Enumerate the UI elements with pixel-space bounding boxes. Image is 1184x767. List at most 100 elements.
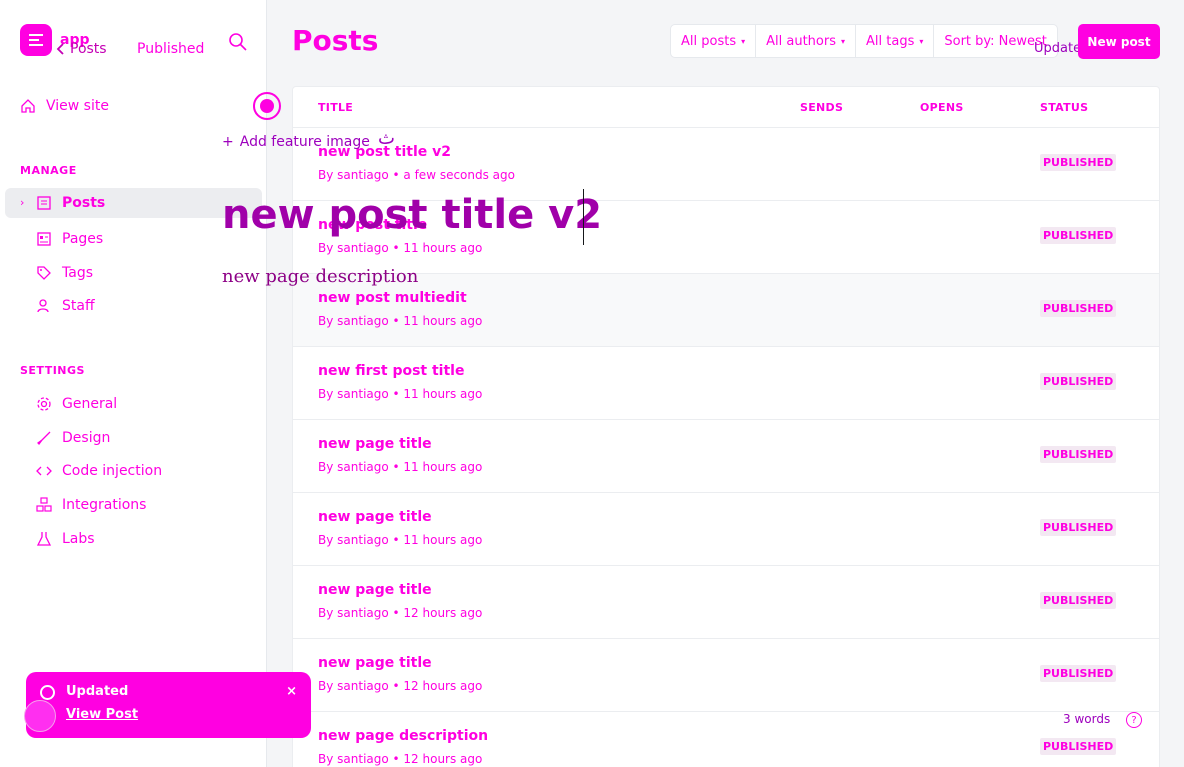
search-button[interactable] [228, 32, 248, 52]
filter-bar: All posts ▾ All authors ▾ All tags ▾ Sor… [670, 24, 1058, 58]
posts-icon [36, 195, 52, 211]
text-cursor [583, 189, 584, 245]
column-header-sends[interactable]: SENDS [800, 101, 843, 114]
table-row[interactable]: new page title By santiago • 11 hours ag… [293, 493, 1159, 566]
post-title[interactable]: new post multiedit [318, 290, 467, 306]
new-post-button[interactable]: New post [1078, 24, 1160, 59]
add-feature-image-label: Add feature image [239, 134, 370, 150]
sidebar-item-design[interactable]: Design [36, 424, 276, 452]
flask-icon [36, 531, 52, 547]
table-row[interactable]: new page description By santiago • 12 ho… [293, 712, 1159, 767]
post-meta: By santiago • 11 hours ago [318, 460, 483, 474]
chevron-down-icon: ▾ [741, 36, 746, 46]
toast-title: Updated [66, 684, 129, 699]
view-post-link[interactable]: View Post [66, 707, 138, 722]
sidebar-item-label: Integrations [62, 497, 147, 513]
app-menu-icon [29, 34, 43, 46]
posts-table: TITLE SENDS OPENS STATUS new post title … [292, 86, 1160, 767]
code-icon [36, 463, 52, 479]
nav-section-manage: MANAGE [20, 164, 77, 177]
post-meta: By santiago • 12 hours ago [318, 679, 483, 693]
sidebar-item-label: Tags [62, 265, 93, 281]
chevron-left-icon [56, 43, 64, 55]
chevron-right-icon: › [20, 196, 25, 209]
post-meta: By santiago • 12 hours ago [318, 606, 483, 620]
status-badge: PUBLISHED [1040, 227, 1117, 244]
sidebar-item-view-site[interactable]: View site [20, 92, 260, 120]
status-badge: PUBLISHED [1040, 373, 1117, 390]
app-logo[interactable] [20, 24, 52, 56]
page-title: Posts [292, 24, 379, 57]
home-icon [20, 98, 36, 114]
table-row[interactable]: new page title By santiago • 12 hours ag… [293, 639, 1159, 712]
editor-body[interactable]: new page description [222, 266, 418, 287]
table-row[interactable]: new page title By santiago • 12 hours ag… [293, 566, 1159, 639]
sidebar: app Posts Published View site MANAGE › P… [0, 0, 267, 767]
staff-icon [36, 298, 52, 314]
gear-icon [36, 396, 52, 412]
table-row[interactable]: new first post title By santiago • 11 ho… [293, 347, 1159, 420]
table-row[interactable]: new post multiedit By santiago • 11 hour… [293, 274, 1159, 347]
filter-all-posts[interactable]: All posts ▾ [671, 25, 757, 57]
table-row[interactable]: new page title By santiago • 11 hours ag… [293, 420, 1159, 493]
post-meta: By santiago • 11 hours ago [318, 241, 483, 255]
update-label: Update [1034, 41, 1082, 56]
filter-all-tags[interactable]: All tags ▾ [856, 25, 935, 57]
check-circle-icon [40, 685, 55, 700]
post-title[interactable]: new page title [318, 509, 432, 525]
sidebar-item-integrations[interactable]: Integrations [36, 491, 276, 519]
filter-all-authors[interactable]: All authors ▾ [756, 25, 857, 57]
status-badge: PUBLISHED [1040, 446, 1117, 463]
circle-icon [260, 99, 274, 113]
toast-notification: Updated View Post × [24, 672, 311, 738]
post-status: Published [137, 41, 205, 57]
sidebar-item-labs[interactable]: Labs [36, 525, 276, 553]
post-meta: By santiago • 12 hours ago [318, 752, 483, 766]
add-feature-image-button[interactable]: + Add feature image [222, 134, 370, 150]
editor-title-input[interactable]: new post title v2 [222, 192, 602, 238]
post-title[interactable]: new page description [318, 728, 488, 744]
search-icon [229, 33, 247, 51]
sidebar-item-label: Pages [62, 231, 104, 247]
filter-label: All authors [766, 33, 836, 49]
sidebar-item-label: Posts [62, 195, 106, 211]
column-header-status[interactable]: STATUS [1040, 101, 1088, 114]
column-header-opens[interactable]: OPENS [920, 101, 964, 114]
close-icon[interactable]: × [286, 684, 297, 699]
sidebar-item-label: View site [46, 98, 109, 114]
status-badge: PUBLISHED [1040, 592, 1117, 609]
chevron-down-icon: ▾ [841, 36, 846, 46]
post-title[interactable]: new first post title [318, 363, 464, 379]
back-to-posts-link[interactable]: Posts [56, 41, 107, 57]
plus-icon: + [222, 134, 234, 150]
post-title[interactable]: new page title [318, 436, 432, 452]
sidebar-item-label: Staff [62, 298, 95, 314]
help-icon[interactable]: ? [1126, 712, 1142, 728]
filter-label: All posts [681, 33, 737, 49]
sidebar-item-label: Design [62, 430, 111, 446]
sidebar-item-code-injection[interactable]: Code injection [36, 457, 276, 485]
status-badge: PUBLISHED [1040, 665, 1117, 682]
sidebar-item-staff[interactable]: Staff [36, 292, 276, 320]
filter-label: All tags [866, 33, 915, 49]
post-title[interactable]: new page title [318, 655, 432, 671]
sidebar-item-label: Code injection [62, 463, 163, 479]
post-meta: By santiago • 11 hours ago [318, 314, 483, 328]
avatar[interactable] [24, 700, 56, 732]
status-badge: PUBLISHED [1040, 154, 1117, 171]
table-row[interactable]: new post title v2 By santiago • a few se… [293, 128, 1159, 201]
pages-icon [36, 231, 52, 247]
integrations-icon [36, 497, 52, 513]
update-button[interactable]: Update [1034, 41, 1081, 56]
cursor-glyph-icon: ث [378, 128, 395, 149]
sidebar-item-label: General [62, 396, 118, 412]
settings-toggle-button[interactable] [253, 92, 281, 120]
sidebar-item-general[interactable]: General [36, 390, 276, 418]
post-title[interactable]: new page title [318, 582, 432, 598]
sidebar-item-label: Labs [62, 531, 95, 547]
column-header-title[interactable]: TITLE [318, 101, 353, 114]
status-badge: PUBLISHED [1040, 519, 1117, 536]
chevron-down-icon: ▾ [919, 36, 924, 46]
post-meta: By santiago • 11 hours ago [318, 533, 483, 547]
filter-label: Sort by: Newest [944, 33, 1047, 49]
